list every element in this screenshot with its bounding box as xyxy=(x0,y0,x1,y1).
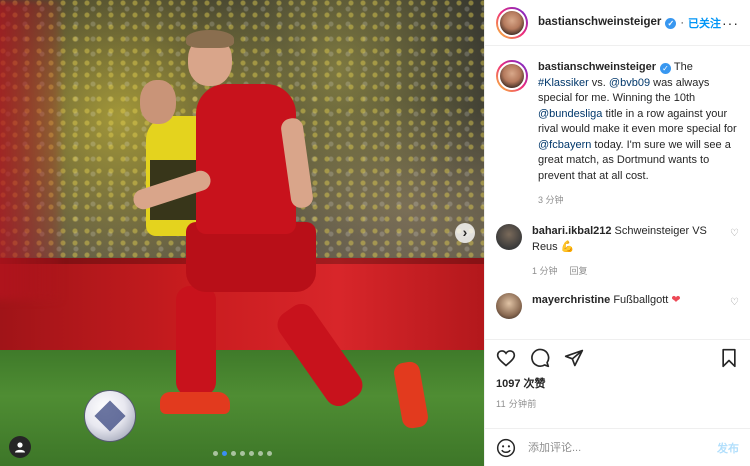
carousel-indicator xyxy=(0,451,484,456)
separator-dot: · xyxy=(680,16,685,29)
football xyxy=(84,390,136,442)
post-comment-button[interactable]: 发布 xyxy=(717,440,739,456)
more-options-icon[interactable]: ··· xyxy=(722,15,739,31)
bayern-player-shirt xyxy=(196,84,296,234)
like-comment-heart-icon[interactable]: ♡ xyxy=(730,228,739,239)
post-dialog: › bastianschweinsteiger ✓ · 已关注 ··· bast… xyxy=(0,0,750,466)
comment-body: bahari.ikbal212 Schweinsteiger VS Reus 💪 xyxy=(532,224,722,255)
comment-timestamp[interactable]: 1 分钟 xyxy=(532,266,558,276)
caption-body: bastianschweinsteiger ✓ The #Klassiker vs… xyxy=(538,60,739,184)
share-icon[interactable] xyxy=(564,348,584,368)
heart-icon[interactable] xyxy=(496,348,516,368)
caption-avatar[interactable] xyxy=(496,60,528,92)
carousel-dot xyxy=(257,451,263,456)
carousel-dot xyxy=(212,451,218,456)
comment-composer: 发布 xyxy=(485,428,750,466)
comment-text: Fußballgott xyxy=(610,294,672,306)
commenter-username[interactable]: bahari.ikbal212 xyxy=(532,225,612,237)
caption-meta: 3 分钟 xyxy=(538,193,739,206)
bayern-player-boot-left xyxy=(160,392,230,414)
mention-link[interactable]: @bvb09 xyxy=(609,77,650,89)
commenter-username[interactable]: mayerchristine xyxy=(532,294,610,306)
carousel-next-button[interactable]: › xyxy=(455,223,475,243)
caption-text: The xyxy=(671,61,693,73)
like-count[interactable]: 1097 次赞 xyxy=(485,375,750,391)
comments-list[interactable]: bastianschweinsteiger ✓ The #Klassiker vs… xyxy=(485,46,750,339)
caption-avatar-image xyxy=(498,62,526,90)
emoji-icon[interactable] xyxy=(496,438,516,458)
comment-item: mayerchristine Fußballgott ❤ ♡ xyxy=(496,293,739,319)
post-sidebar: bastianschweinsteiger ✓ · 已关注 ··· bastian… xyxy=(484,0,750,466)
bookmark-icon[interactable] xyxy=(719,348,739,368)
flexed-biceps-emoji: 💪 xyxy=(560,240,575,253)
carousel-dot xyxy=(239,451,245,456)
post-header: bastianschweinsteiger ✓ · 已关注 ··· xyxy=(485,0,750,46)
comment-icon[interactable] xyxy=(530,348,550,368)
carousel-dot xyxy=(248,451,254,456)
commenter-avatar[interactable] xyxy=(496,224,522,250)
post-photo[interactable]: › xyxy=(0,0,484,466)
verified-badge-icon: ✓ xyxy=(660,63,671,74)
red-heart-emoji: ❤ xyxy=(671,294,681,306)
hashtag-link[interactable]: #Klassiker xyxy=(538,77,589,89)
author-avatar[interactable] xyxy=(496,6,528,39)
comment-body: mayerchristine Fußballgott ❤ xyxy=(532,293,722,309)
carousel-dot xyxy=(230,451,236,456)
author-username[interactable]: bastianschweinsteiger ✓ xyxy=(538,16,677,29)
mention-link[interactable]: @fcbayern xyxy=(538,139,591,151)
chevron-right-icon: › xyxy=(462,224,468,240)
commenter-avatar[interactable] xyxy=(496,293,522,319)
comment-meta: 1 分钟 回复 xyxy=(532,264,722,277)
verified-badge-icon: ✓ xyxy=(665,18,677,29)
bayern-player-leg-left xyxy=(176,286,216,396)
comment-item: bahari.ikbal212 Schweinsteiger VS Reus 💪… xyxy=(496,224,739,277)
author-username-text[interactable]: bastianschweinsteiger xyxy=(538,16,661,28)
mention-link[interactable]: @bundesliga xyxy=(538,108,602,120)
caption-username[interactable]: bastianschweinsteiger xyxy=(538,61,656,73)
author-avatar-image xyxy=(498,8,526,37)
caption: bastianschweinsteiger ✓ The #Klassiker vs… xyxy=(496,60,739,206)
reply-button[interactable]: 回复 xyxy=(570,266,588,276)
dortmund-player-head xyxy=(140,80,176,124)
post-actions xyxy=(485,339,750,375)
caption-text: vs. xyxy=(588,76,609,89)
carousel-dot xyxy=(266,451,272,456)
bayern-player-hair xyxy=(186,30,234,48)
carousel-dot xyxy=(221,451,227,456)
post-timestamp[interactable]: 11 分钟前 xyxy=(485,391,750,410)
like-comment-heart-icon[interactable]: ♡ xyxy=(730,297,739,308)
blurred-player xyxy=(0,0,60,300)
comment-input[interactable] xyxy=(528,441,717,454)
following-button[interactable]: 已关注 xyxy=(688,15,721,31)
caption-timestamp[interactable]: 3 分钟 xyxy=(538,195,564,205)
